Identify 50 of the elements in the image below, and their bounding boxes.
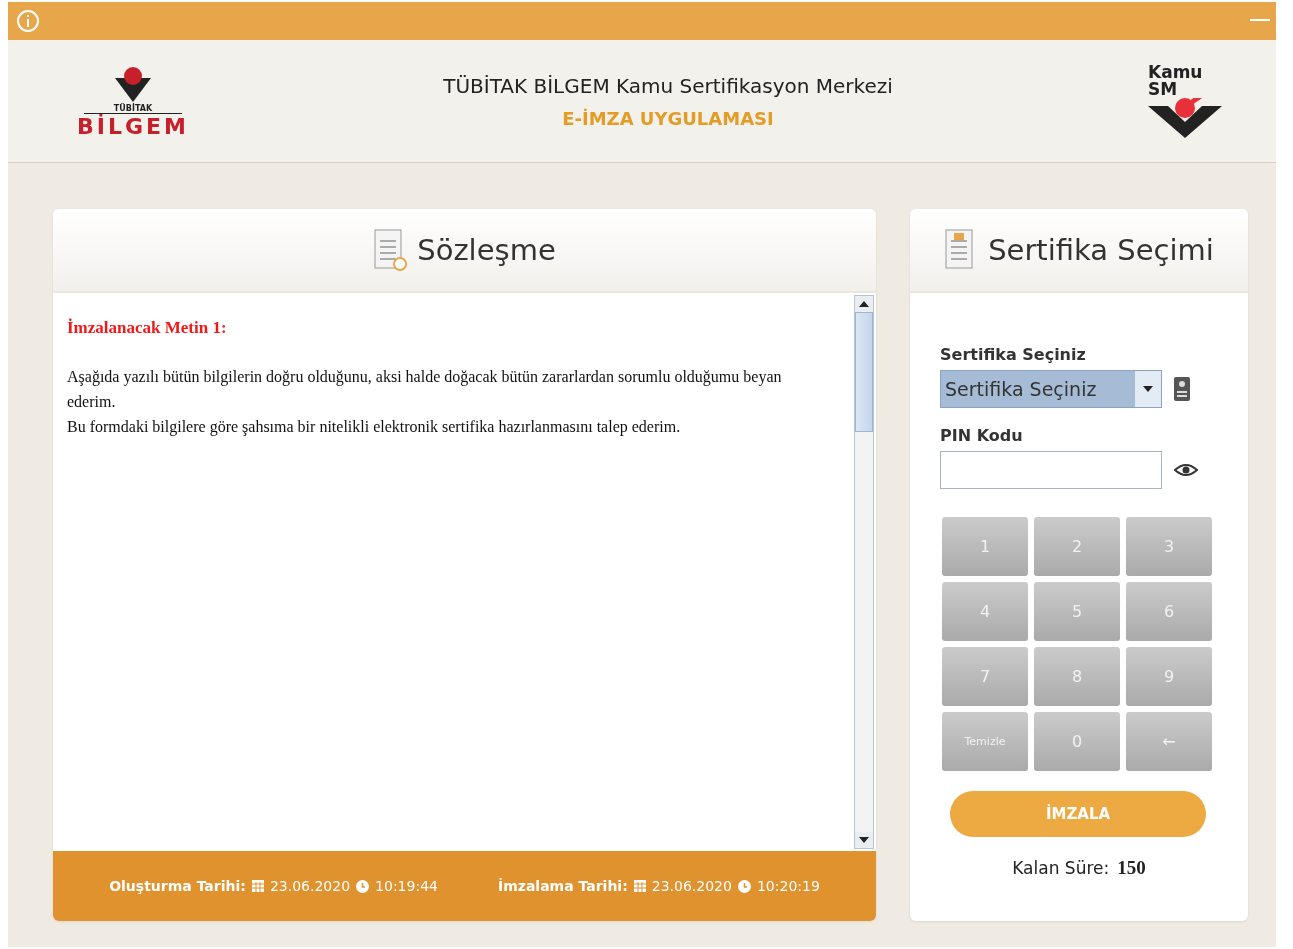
panel-title: Sözleşme xyxy=(417,233,556,267)
field-label: PIN Kodu xyxy=(940,426,1024,445)
keypad-key[interactable]: ← xyxy=(1126,712,1212,771)
contract-heading: İmzalanacak Metin 1: xyxy=(67,317,228,339)
calendar-icon xyxy=(633,880,646,892)
scrollbar[interactable] xyxy=(854,295,874,849)
keypad-key[interactable]: 5 xyxy=(1034,582,1120,641)
keypad-key[interactable]: 7 xyxy=(942,647,1028,706)
field-label: Sertifika Seçiniz xyxy=(940,345,1087,364)
minimize-icon[interactable] xyxy=(1250,19,1270,23)
document-check-icon xyxy=(373,228,408,272)
keypad-key[interactable]: 3 xyxy=(1126,517,1212,576)
pin-input[interactable] xyxy=(940,451,1162,489)
caret-icon xyxy=(1143,386,1153,392)
header-subtitle: E-İMZA UYGULAMASI xyxy=(562,107,774,129)
date-value: 23.06.2020 xyxy=(651,878,732,894)
sign-button[interactable]: İMZALA xyxy=(950,791,1206,837)
eye-icon[interactable] xyxy=(1174,463,1198,477)
scroll-thumb[interactable] xyxy=(855,312,873,432)
contract-paragraph: Bu formdaki bilgilere göre şahsıma bir nitelikli elektronik sertifika hazırlanmasını talep ederim. xyxy=(67,417,682,438)
certificate-dropdown[interactable]: Sertifika Seçiniz xyxy=(940,370,1162,408)
card-reader-icon[interactable] xyxy=(1174,377,1190,401)
keypad-key[interactable]: 8 xyxy=(1034,647,1120,706)
keypad-key[interactable]: 0 xyxy=(1034,712,1120,771)
keypad-key[interactable]: 2 xyxy=(1034,517,1120,576)
keypad-key[interactable]: 4 xyxy=(942,582,1028,641)
logo-text: Kamu xyxy=(1148,64,1203,81)
keypad-key[interactable]: 9 xyxy=(1126,647,1212,706)
logo-text: BİLGEM xyxy=(77,113,189,139)
scroll-down-icon[interactable] xyxy=(859,837,869,843)
date-label: İmzalama Tarihi: xyxy=(497,878,628,894)
remaining-time-value: 150 xyxy=(1117,857,1146,879)
logo-text: SM xyxy=(1148,81,1178,98)
keypad-key[interactable]: 1 xyxy=(942,517,1028,576)
scroll-up-icon[interactable] xyxy=(859,301,869,307)
time-value: 10:19:44 xyxy=(375,878,438,894)
keypad-key[interactable]: Temizle xyxy=(942,712,1028,771)
header-title: TÜBİTAK BİLGEM Kamu Sertifikasyon Merkezi xyxy=(443,73,893,98)
logo-small-text: TÜBİTAK xyxy=(83,103,183,114)
clock-icon xyxy=(737,879,751,893)
keypad-key[interactable]: 6 xyxy=(1126,582,1212,641)
panel-title: Sertifika Seçimi xyxy=(988,233,1214,267)
time-value: 10:20:19 xyxy=(756,878,820,894)
clock-icon xyxy=(356,879,370,893)
info-icon[interactable] xyxy=(16,9,40,33)
date-label: Oluşturma Tarihi: xyxy=(109,878,246,894)
remaining-time-label: Kalan Süre: xyxy=(1012,858,1110,878)
calendar-icon xyxy=(251,880,264,892)
date-value: 23.06.2020 xyxy=(269,878,351,894)
contract-paragraph: Aşağıda yazılı bütün bilgilerin doğru olduğunu, aksi halde doğacak bütün zararlardan sorumlu olduğumu beyan ederim. xyxy=(67,367,783,412)
